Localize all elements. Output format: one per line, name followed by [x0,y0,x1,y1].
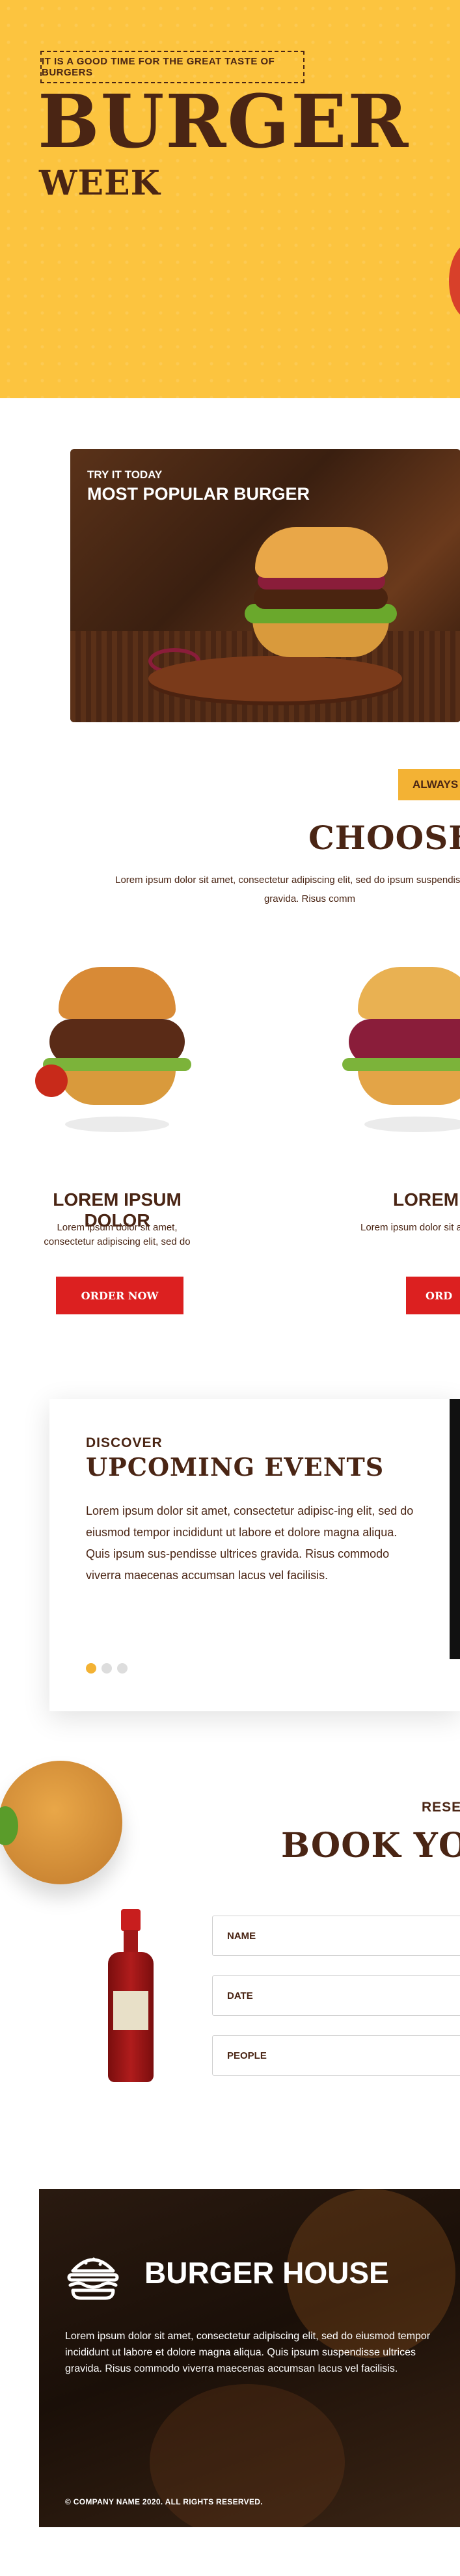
date-field[interactable] [212,1975,460,2016]
burger-bun-top [255,527,388,578]
serving-board-image [148,656,402,701]
featured-title: MOST POPULAR BURGER [87,484,310,504]
featured-kicker: TRY IT TODAY [87,468,163,481]
footer: BURGER HOUSE Lorem ipsum dolor sit amet,… [39,2189,460,2527]
hero-tagline: IT IS A GOOD TIME FOR THE GREAT TASTE OF… [40,51,304,83]
sauce-bottle-cap [121,1909,141,1931]
carousel-dot[interactable] [117,1663,128,1674]
landing-page: IT IS A GOOD TIME FOR THE GREAT TASTE OF… [0,0,460,2576]
events-image-edge [450,1399,460,1659]
people-field[interactable] [212,2035,460,2076]
product-description: Lorem ipsum dolor sit amet, adipiscin [360,1222,460,1233]
name-field[interactable] [212,1916,460,1956]
tomato-image [35,1064,68,1097]
product-bun-top [59,967,176,1019]
choose-description: Lorem ipsum dolor sit amet, consectetur … [115,874,460,904]
booking-kicker: RESE [422,1800,460,1815]
product-shadow [65,1117,169,1132]
burger-decoration-image [0,1761,122,1884]
product-bun-top [358,967,460,1019]
featured-burger-card[interactable]: TRY IT TODAY MOST POPULAR BURGER [70,449,460,722]
product-lettuce [342,1058,460,1071]
lettuce-leaf [0,1806,18,1845]
hero-section: IT IS A GOOD TIME FOR THE GREAT TASTE OF… [0,0,460,398]
product-card: LOREM IPSUM DOLOR Lorem ipsum dolor sit … [20,960,215,1325]
choose-title: CHOOSE [308,819,460,857]
order-now-button[interactable]: ORDER NOW [56,1277,183,1314]
hero-subtitle: WEEK [39,163,161,203]
order-now-button[interactable]: ORD [406,1277,460,1314]
upcoming-events-card: DISCOVER UPCOMING EVENTS Lorem ipsum dol… [49,1399,460,1711]
product-shadow [364,1117,460,1132]
events-kicker: DISCOVER [86,1435,163,1450]
carousel-dot-active[interactable] [86,1663,96,1674]
burger-patty [254,587,388,609]
hero-title: BURGER [38,79,410,165]
burger-logo-icon [67,2257,119,2300]
sauce-bottle-label [113,1991,148,2030]
product-name: LOREM IP [393,1189,460,1210]
footer-description: Lorem ipsum dolor sit amet, consectetur … [65,2331,431,2374]
product-card: LOREM IP Lorem ipsum dolor sit amet, adi… [319,960,460,1325]
copyright: © COMPANY NAME 2020. ALL RIGHTS RESERVED… [65,2497,263,2506]
product-lettuce [43,1058,191,1071]
brand-name: BURGER HOUSE [144,2256,389,2290]
carousel-dot[interactable] [101,1663,112,1674]
product-bun-bottom [358,1070,460,1105]
burger-bun-bottom [252,619,389,657]
always-badge: ALWAYS T [398,769,460,800]
product-bun-bottom [59,1070,176,1105]
events-title: UPCOMING EVENTS [86,1452,385,1482]
booking-title: BOOK YO [281,1826,460,1865]
events-description: Lorem ipsum dolor sit amet, consectetur … [86,1504,414,1582]
product-description: Lorem ipsum dolor sit amet, consectetur … [44,1222,191,1247]
